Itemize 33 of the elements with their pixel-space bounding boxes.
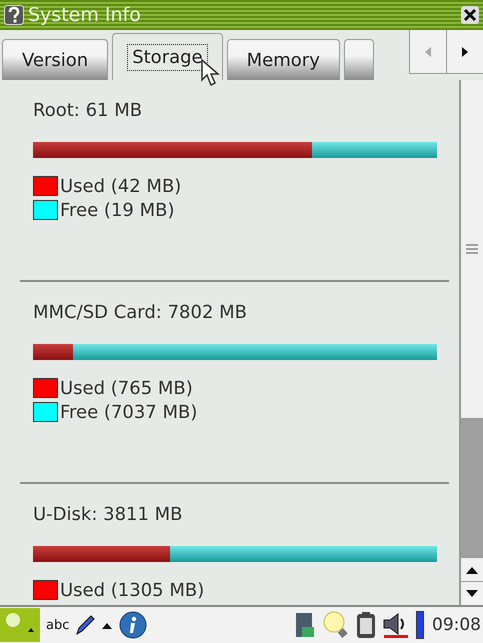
scroll-down-button[interactable] [461,581,483,605]
scroll-right-button[interactable] [446,30,483,74]
up-arrow-icon [466,564,478,574]
clock: 09:08 [432,615,481,635]
storage-title: U-Disk: 3811 MB [33,504,184,527]
start-icon[interactable] [0,608,40,642]
close-icon[interactable] [461,6,479,24]
tab[interactable]: Storage [112,33,223,80]
storage-title: Root: 61 MB [33,100,144,123]
scroll-left-button[interactable] [409,30,446,74]
clipboard-icon[interactable] [356,611,376,639]
storage-title: MMC/SD Card: 7802 MB [33,302,248,325]
window-title: System Info [28,4,142,26]
scroll-thumb[interactable] [461,80,483,419]
input-method-label[interactable]: abc [46,618,70,632]
legend-label: Used (765 MB) [60,378,193,398]
battery-icon [416,611,424,639]
grip-icon [466,244,478,254]
info-icon[interactable] [119,611,148,639]
pencil-icon[interactable] [75,614,96,636]
scrollbar[interactable] [459,80,483,605]
tab[interactable]: Memory [226,39,340,80]
tab[interactable] [344,39,374,80]
help-icon[interactable] [4,5,24,25]
legend-label: Free (19 MB) [60,200,174,220]
memory-card-icon[interactable] [294,611,316,639]
legend-label: Used (1305 MB) [60,580,204,600]
speaker-icon[interactable] [382,611,410,639]
scroll-up-button[interactable] [461,557,483,581]
tab[interactable]: Version [2,39,108,80]
down-arrow-icon [466,588,478,598]
legend-label: Free (7037 MB) [60,402,198,422]
legend-label: Used (42 MB) [60,176,182,196]
